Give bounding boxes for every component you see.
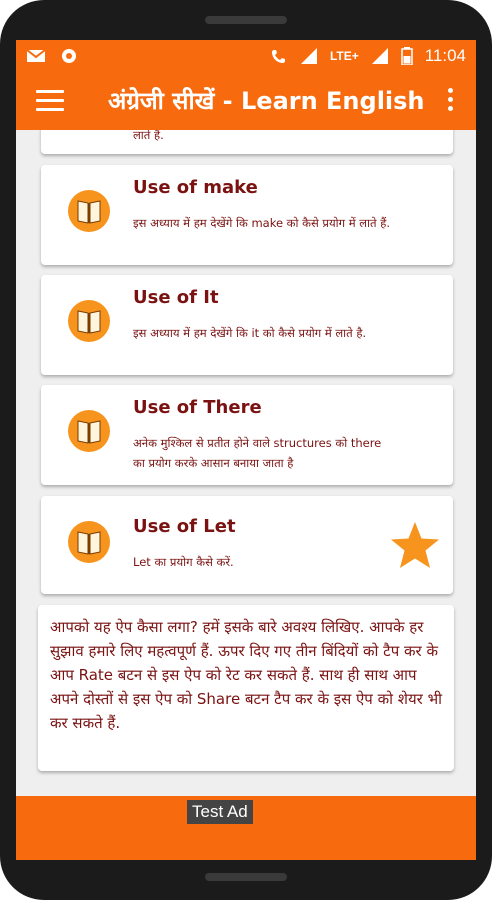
ad-banner[interactable]: Test Ad <box>16 796 476 860</box>
star-icon[interactable] <box>389 520 441 572</box>
chapter-description: Let का प्रयोग कैसे करें. <box>133 555 234 569</box>
status-bar: LTE+ 11:04 <box>16 40 476 72</box>
chapter-description: लाते हैं. <box>133 130 164 142</box>
network-type: LTE+ <box>329 49 359 63</box>
book-icon <box>68 410 110 452</box>
phone-frame: LTE+ 11:04 अंग्रेजी सीखें - Learn Englis… <box>0 0 492 900</box>
chapter-card[interactable]: Use of There अनेक मुश्किल से प्रतीत होने… <box>41 385 453 485</box>
clock: 11:04 <box>424 46 466 65</box>
chapter-description: अनेक मुश्किल से प्रतीत होने वाले structu… <box>133 436 382 470</box>
earpiece <box>205 16 287 24</box>
wifi-call-icon <box>271 50 285 63</box>
circle-icon <box>62 49 76 63</box>
chapter-card[interactable]: Use of make इस अध्याय में हम देखेंगे कि … <box>41 165 453 265</box>
book-icon <box>68 300 110 342</box>
more-options-icon[interactable] <box>448 88 454 115</box>
chapter-title: Use of There <box>133 397 262 418</box>
chapter-card[interactable]: Use of Let Let का प्रयोग कैसे करें. <box>41 496 453 594</box>
app-bar: अंग्रेजी सीखें - Learn English <box>16 72 476 130</box>
chapter-title: Use of It <box>133 287 219 308</box>
bottom-grille <box>205 873 287 881</box>
chapter-card-partial[interactable]: लाते हैं. <box>41 130 453 154</box>
chapter-description: इस अध्याय में हम देखेंगे कि it को कैसे प… <box>133 326 367 340</box>
gmail-icon <box>26 49 46 62</box>
test-ad-label: Test Ad <box>187 800 253 824</box>
chapter-list: लाते हैं. Use of make इस अध्याय में हम द… <box>16 130 476 796</box>
hamburger-menu-icon[interactable] <box>36 90 64 112</box>
chapter-title: Use of Let <box>133 516 236 537</box>
chapter-description: इस अध्याय में हम देखेंगे कि make को कैसे… <box>133 216 390 230</box>
book-icon <box>68 190 110 232</box>
book-icon <box>68 521 110 563</box>
chapter-title: Use of make <box>133 177 258 198</box>
chapter-card[interactable]: Use of It इस अध्याय में हम देखेंगे कि it… <box>41 275 453 375</box>
signal-icon <box>371 48 388 64</box>
feedback-note: आपको यह ऐप कैसा लगा? हमें इसके बारे अवश्… <box>38 605 454 771</box>
screen: LTE+ 11:04 अंग्रेजी सीखें - Learn Englis… <box>16 40 476 860</box>
signal-icon <box>300 48 317 64</box>
feedback-text: आपको यह ऐप कैसा लगा? हमें इसके बारे अवश्… <box>50 618 442 732</box>
battery-icon <box>400 47 413 65</box>
app-title: अंग्रेजी सीखें - Learn English <box>108 87 425 115</box>
